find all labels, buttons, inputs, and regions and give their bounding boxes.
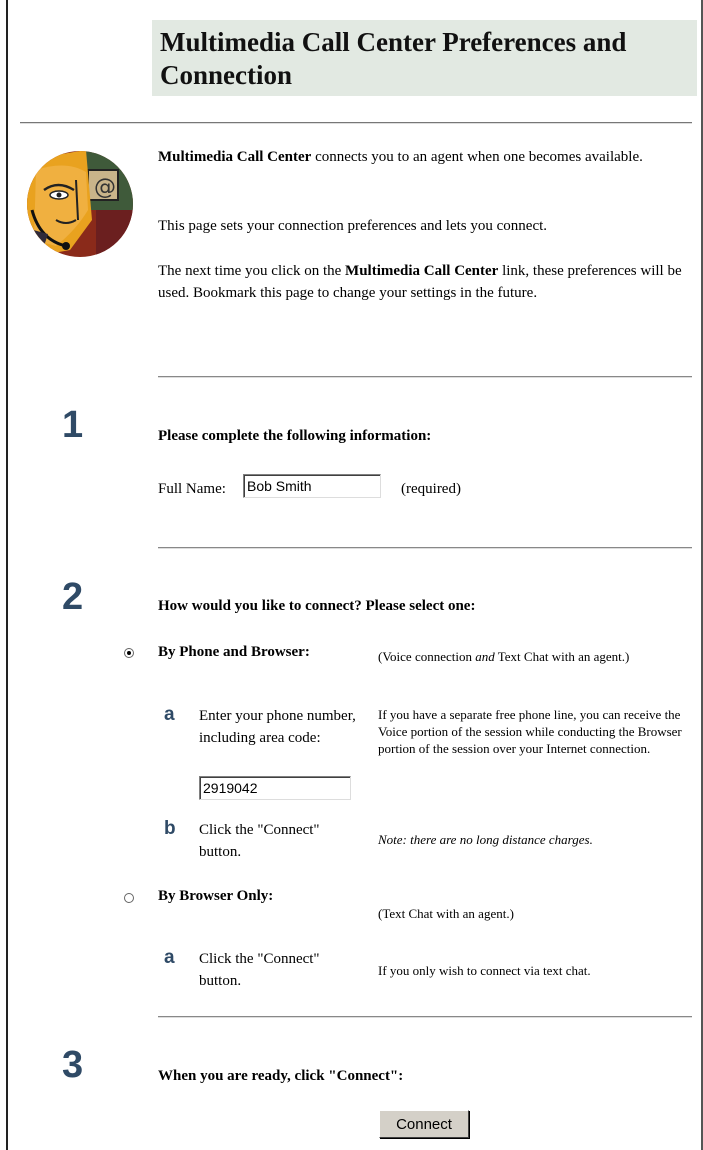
intro-brand: Multimedia Call Center [158,149,312,165]
phone-browser-description: (Voice connection and Text Chat with an … [378,648,668,665]
svg-text:@: @ [94,175,116,200]
intro-paragraph-2: This page sets your connection preferenc… [158,218,548,234]
phone-browser-radio[interactable] [124,648,134,658]
intro-paragraph-1: Multimedia Call Center connects you to a… [158,146,692,168]
text-chat-description: If you only wish to connect via text cha… [378,963,591,978]
long-distance-note: Note: there are no long distance charges… [378,832,593,847]
full-name-label: Full Name: [158,481,226,497]
browser-connect-instruction: Click the "Connect" button. [199,951,320,989]
phone-desc-part2: Text Chat with an agent.) [494,649,630,664]
step-2-heading: How would you like to connect? Please se… [158,598,476,614]
full-name-input[interactable] [243,474,381,498]
required-note: (required) [401,481,461,497]
step-3-heading: When you are ready, click "Connect": [158,1068,404,1084]
phone-instruction: Enter your phone number, including area c… [199,705,364,749]
intro-line3-brand: Multimedia Call Center [345,263,499,279]
agent-avatar-icon: @ [27,151,133,257]
page-left-border [6,0,8,1150]
step-2-number: 2 [62,576,84,618]
phone-desc-italic: and [475,649,495,664]
page-header: Multimedia Call Center Preferences and C… [152,20,697,96]
intro-paragraph-3: The next time you click on the Multimedi… [158,260,692,304]
phone-desc-part1: (Voice connection [378,649,476,664]
phone-line-description: If you have a separate free phone line, … [378,707,682,756]
substep-b-letter: b [164,818,176,839]
connect-button[interactable]: Connect [379,1110,469,1138]
phone-instruction-line1: Enter your phone number, [199,708,356,724]
substep-a-letter: a [164,704,175,725]
substep-a-letter: a [164,947,175,968]
section-divider [158,547,692,549]
browser-only-label: By Browser Only: [158,888,274,904]
click-connect-instruction: Click the "Connect" button. [199,822,320,860]
phone-browser-label: By Phone and Browser: [158,644,310,660]
phone-number-input[interactable] [199,776,351,800]
phone-instruction-line2: including area code: [199,730,321,746]
section-divider [158,1016,692,1018]
header-divider [20,122,692,124]
step-3-number: 3 [62,1044,84,1086]
browser-only-description: (Text Chat with an agent.) [378,906,514,921]
step-1-number: 1 [62,404,84,446]
intro-line3-start: The next time you click on the [158,263,346,279]
page-title: Multimedia Call Center Preferences and C… [160,27,627,90]
section-divider [158,376,692,378]
step-1-heading: Please complete the following informatio… [158,428,432,444]
intro-line1-text: connects you to an agent when one become… [311,149,643,165]
browser-only-radio[interactable] [124,893,134,903]
